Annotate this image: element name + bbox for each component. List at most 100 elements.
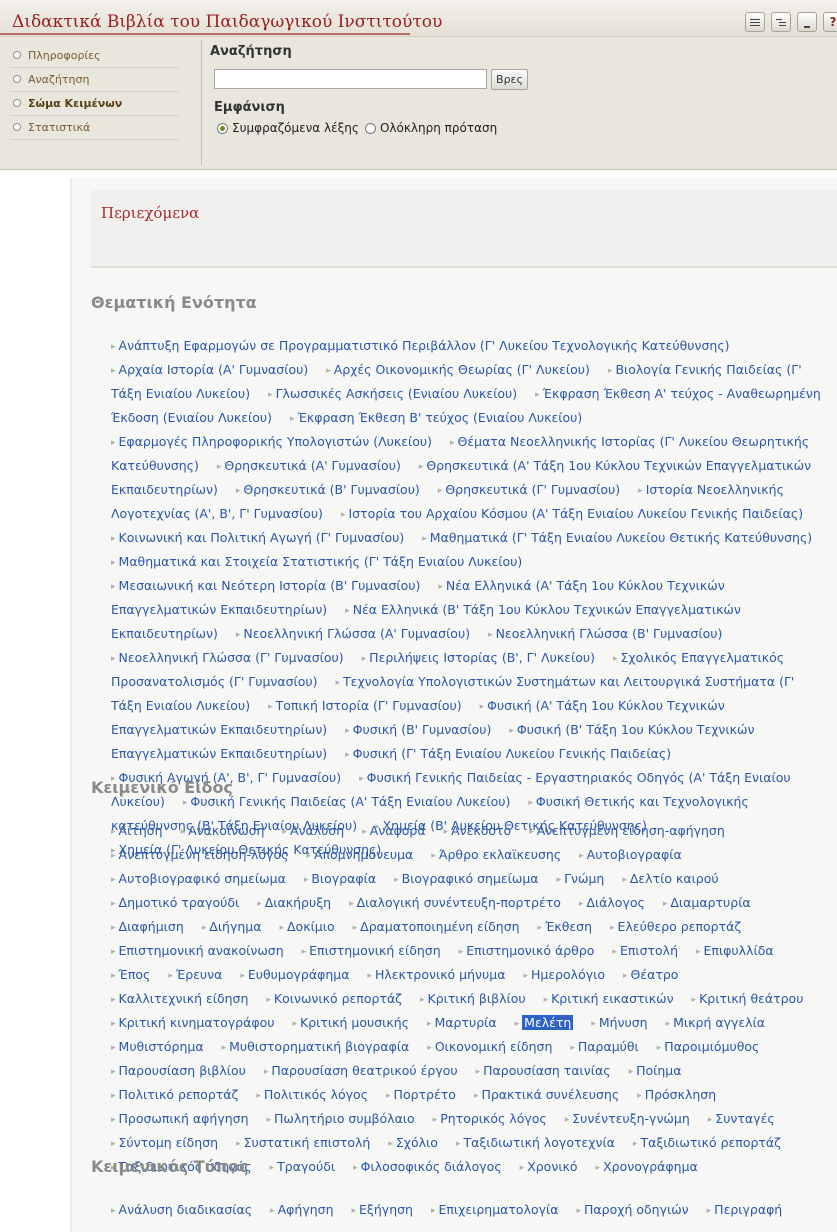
content-link-label[interactable]: Ταξιδιωτική λογοτεχνία (463, 1135, 614, 1150)
content-link-label[interactable]: Επιστολή (620, 943, 678, 958)
content-link[interactable]: ▸ Ημερολόγιο (523, 967, 605, 982)
content-link-label[interactable]: Πρόσκληση (645, 1087, 716, 1102)
content-link-label[interactable]: Αναφορά (370, 823, 426, 838)
content-link[interactable]: ▸ Σχόλιο (388, 1135, 438, 1150)
content-link[interactable]: ▸ Κριτική βιβλίου (420, 991, 526, 1006)
content-link-label[interactable]: Γνώμη (564, 871, 604, 886)
content-link-label[interactable]: Δοκίμιο (287, 919, 335, 934)
nav-item-statistics[interactable]: Στατιστικά (10, 116, 180, 140)
content-link[interactable]: ▸ Επιχειρηματολογία (431, 1202, 559, 1217)
content-link-label[interactable]: Έκθεση (545, 919, 592, 934)
content-link[interactable]: ▸ Χρονικό (520, 1159, 578, 1174)
content-link-label[interactable]: Ποίημα (636, 1063, 681, 1078)
content-link[interactable]: ▸ Αυτοβιογραφία (579, 847, 682, 862)
content-link[interactable]: ▸ Βιογραφία (304, 871, 376, 886)
content-link[interactable]: ▸ Φυσική (Β' Γυμνασίου) (345, 722, 491, 737)
content-link-label[interactable]: Κριτική κινηματογράφου (119, 1015, 275, 1030)
content-link[interactable]: ▸ Διακήρυξη (257, 895, 331, 910)
content-link[interactable]: ▸ Κοινωνική και Πολιτική Αγωγή (Γ' Γυμνασ… (111, 530, 404, 545)
content-link[interactable]: ▸ Μελέτη (515, 1015, 574, 1030)
content-link[interactable]: ▸ Ανακοίνωση (181, 823, 265, 838)
content-link[interactable]: ▸ Πρακτικά συνέλευσης (474, 1087, 619, 1102)
content-link-label[interactable]: Δραματοποιημένη είδηση (360, 919, 519, 934)
content-link-label[interactable]: Κριτική μουσικής (300, 1015, 409, 1030)
content-link-label[interactable]: Αίτηση (119, 823, 163, 838)
content-link-label[interactable]: Ανάλυση (290, 823, 344, 838)
nav-item-search[interactable]: Αναζήτηση (10, 68, 180, 92)
content-link[interactable]: ▸ Τραγούδι (270, 1159, 336, 1174)
content-link[interactable]: ▸ Θρησκευτικά (Β' Γυμνασίου) (236, 482, 420, 497)
content-link[interactable]: ▸ Νεοελληνική Γλώσσα (Β' Γυμνασίου) (488, 626, 722, 641)
content-link-label[interactable]: Περιγραφή (714, 1202, 782, 1217)
content-link-label[interactable]: Ταξιδιωτικό ρεπορτάζ (640, 1135, 781, 1150)
content-link-label[interactable]: Συνέντευξη-γνώμη (572, 1111, 690, 1126)
content-link[interactable]: ▸ Καλλιτεχνική είδηση (111, 991, 248, 1006)
content-link-label[interactable]: Γλωσσικές Ασκήσεις (Ενιαίου Λυκείου) (276, 386, 518, 401)
content-link-label[interactable]: Μυθιστορηματική βιογραφία (229, 1039, 409, 1054)
content-link[interactable]: ▸ Προσωπική αφήγηση (111, 1111, 249, 1126)
content-link[interactable]: ▸ Εφαρμογές Πληροφορικής Υπολογιστών (Λυκ… (111, 434, 432, 449)
content-link-label[interactable]: Αρχαία Ιστορία (Α' Γυμνασίου) (119, 362, 309, 377)
content-link[interactable]: ▸ Μυθιστόρημα (111, 1039, 204, 1054)
content-link-label[interactable]: Επιστημονική είδηση (309, 943, 441, 958)
content-link-label[interactable]: Πορτρέτο (394, 1087, 456, 1102)
content-link-label[interactable]: Τοπική Ιστορία (Γ' Γυμνασίου) (276, 698, 462, 713)
minimize-icon[interactable] (797, 12, 817, 32)
list-view-icon[interactable] (745, 12, 765, 32)
content-link-label[interactable]: Κριτική θεάτρου (699, 991, 803, 1006)
content-link-label[interactable]: Ρητορικός λόγος (440, 1111, 547, 1126)
content-link[interactable]: ▸ Ταξιδιωτικό ρεπορτάζ (633, 1135, 781, 1150)
content-link[interactable]: ▸ Διαλογική συνέντευξη-πορτρέτο (349, 895, 561, 910)
content-link-label[interactable]: Αρχές Οικονομικής Θεωρίας (Γ' Λυκείου) (334, 362, 590, 377)
content-link-label[interactable]: Ανέκδοτο (451, 823, 511, 838)
content-link[interactable]: ▸ Μαρτυρία (427, 1015, 497, 1030)
content-link[interactable]: ▸ Έρευνα (168, 967, 222, 982)
content-link[interactable]: ▸ Ταξιδιωτική λογοτεχνία (456, 1135, 615, 1150)
content-link-label[interactable]: Επιστημονική ανακοίνωση (119, 943, 284, 958)
content-link[interactable]: ▸ Παρουσίαση βιβλίου (111, 1063, 246, 1078)
content-link-label[interactable]: Επιστημονικό άρθρο (466, 943, 594, 958)
content-link-label[interactable]: Παρουσίαση ταινίας (483, 1063, 610, 1078)
content-link[interactable]: ▸ Αναφορά (362, 823, 425, 838)
content-link-label[interactable]: Σχόλιο (396, 1135, 438, 1150)
content-link[interactable]: ▸ Ηλεκτρονικό μήνυμα (367, 967, 505, 982)
content-link-label[interactable]: Κοινωνικό ρεπορτάζ (274, 991, 402, 1006)
content-link[interactable]: ▸ Ρητορικός λόγος (433, 1111, 547, 1126)
content-link-label[interactable]: Προσωπική αφήγηση (119, 1111, 249, 1126)
radio-context[interactable] (217, 122, 228, 134)
content-link[interactable]: ▸ Αρχαία Ιστορία (Α' Γυμνασίου) (111, 362, 308, 377)
content-link-label[interactable]: Ευθυμογράφημα (248, 967, 350, 982)
content-link-label[interactable]: Αφήγηση (278, 1202, 334, 1217)
content-link-label[interactable]: Ελεύθερο ρεπορτάζ (618, 919, 742, 934)
content-link[interactable]: ▸ Νεοελληνική Γλώσσα (Α' Γυμνασίου) (236, 626, 470, 641)
content-link[interactable]: ▸ Μαθηματικά και Στοιχεία Στατιστικής (Γ'… (111, 554, 522, 569)
content-link-label[interactable]: Ανεπτυγμένη είδηση-αφήγηση (537, 823, 725, 838)
content-link[interactable]: ▸ Τοπική Ιστορία (Γ' Γυμνασίου) (268, 698, 462, 713)
content-link-label[interactable]: Παρουσίαση θεατρικού έργου (271, 1063, 457, 1078)
radio-sentence-label[interactable]: Ολόκληρη πρόταση (380, 121, 497, 135)
content-link-label[interactable]: Έρευνα (176, 967, 222, 982)
radio-context-label[interactable]: Συμφραζόμενα λέξης (232, 121, 359, 135)
content-link[interactable]: ▸ Ποίημα (629, 1063, 682, 1078)
content-link[interactable]: ▸ Επιφυλλίδα (696, 943, 774, 958)
content-link[interactable]: ▸ Παροχή οδηγιών (576, 1202, 688, 1217)
content-link-label[interactable]: Πολιτικό ρεπορτάζ (119, 1087, 239, 1102)
content-link[interactable]: ▸ Αρχές Οικονομικής Θεωρίας (Γ' Λυκείου) (326, 362, 590, 377)
content-link-label[interactable]: Αυτοβιογραφία (587, 847, 682, 862)
content-link[interactable]: ▸ Κριτική μουσικής (292, 1015, 409, 1030)
content-link[interactable]: ▸ Οικονομική είδηση (427, 1039, 552, 1054)
content-link[interactable]: ▸ Φυσική (Γ' Τάξη Ενιαίου Λυκείου Γενικής… (345, 746, 671, 761)
content-link[interactable]: ▸ Δημοτικό τραγούδι (111, 895, 239, 910)
nav-item-corpus[interactable]: Σώμα Κειμένων (10, 92, 180, 116)
content-link-label[interactable]: Διήγημα (209, 919, 261, 934)
content-link-label[interactable]: Συστατική επιστολή (244, 1135, 371, 1150)
content-link[interactable]: ▸ Διαφήμιση (111, 919, 184, 934)
content-link-label[interactable]: Θέατρο (631, 967, 679, 982)
nav-item-info[interactable]: Πληροφορίες (10, 44, 180, 68)
content-link-label[interactable]: Νεοελληνική Γλώσσα (Β' Γυμνασίου) (496, 626, 723, 641)
content-link[interactable]: ▸ Γνώμη (557, 871, 605, 886)
content-link[interactable]: ▸ Πρόσκληση (637, 1087, 716, 1102)
content-link[interactable]: ▸ Διάλογος (579, 895, 645, 910)
content-link-label[interactable]: Απομνημόνευμα (314, 847, 413, 862)
content-link[interactable]: ▸ Πολιτικός λόγος (256, 1087, 368, 1102)
